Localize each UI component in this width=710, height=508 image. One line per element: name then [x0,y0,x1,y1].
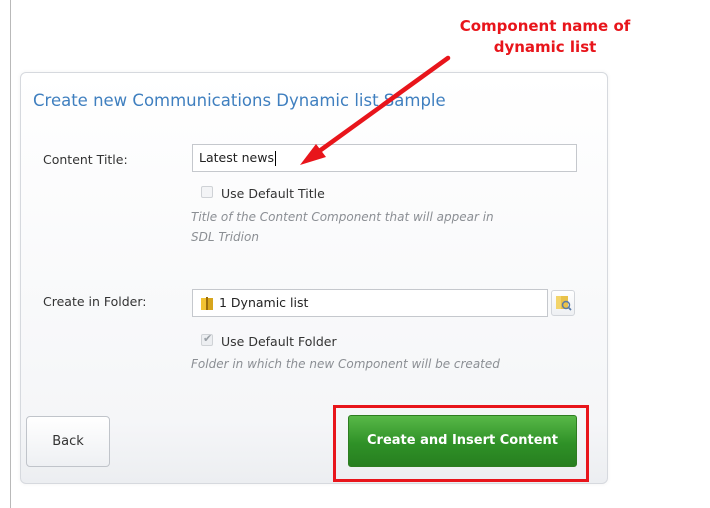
dialog-title: Create new Communications Dynamic list S… [33,91,446,110]
folder-browse-button[interactable] [551,290,575,316]
folder-browse-icon [556,296,572,311]
content-title-input[interactable]: Latest news [192,144,577,172]
back-button[interactable]: Back [26,416,110,467]
annotation-line-1: Component name of [459,17,631,35]
annotation-callout: Component name of dynamic list [425,16,665,58]
folder-input[interactable]: 1 Dynamic list [192,289,548,317]
create-and-insert-content-button[interactable]: Create and Insert Content [348,415,577,467]
content-title-label: Content Title: [43,152,128,167]
folder-hint: Folder in which the new Component will b… [191,357,500,371]
folder-icon [201,297,213,310]
content-title-hint-line-2: SDL Tridion [191,230,259,244]
folder-label: Create in Folder: [43,294,147,309]
text-caret [274,151,276,166]
checkmark-icon: ✔ [203,332,213,345]
use-default-folder-checkbox[interactable]: ✔ [201,332,213,346]
folder-value: 1 Dynamic list [219,295,309,310]
content-title-hint: Title of the Content Component that will… [191,207,494,247]
content-title-value: Latest news [199,150,274,165]
use-default-folder-label: Use Default Folder [221,334,337,349]
content-title-hint-line-1: Title of the Content Component that will… [191,210,494,224]
use-default-title-checkbox[interactable] [201,186,213,198]
use-default-title-label: Use Default Title [221,186,325,201]
window-edge-line [10,0,11,508]
annotation-line-2: dynamic list [493,38,597,56]
